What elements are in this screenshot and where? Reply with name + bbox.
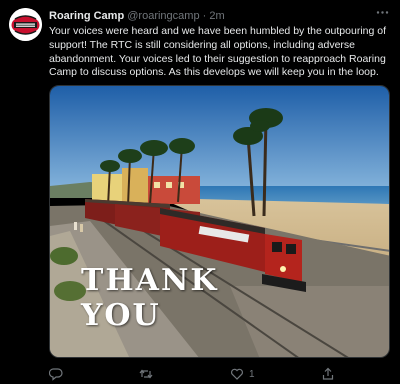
avatar[interactable] — [9, 8, 42, 41]
overlay-line-thank: THANK — [81, 263, 219, 298]
reply-icon — [49, 368, 63, 381]
user-handle[interactable]: @roaringcamp — [127, 10, 199, 22]
reply-button[interactable] — [49, 366, 63, 382]
tweet-text: Your voices were heard and we have been … — [49, 25, 387, 79]
tweet-actions: 1 — [49, 366, 389, 382]
thank-you-overlay: THANK YOU — [81, 263, 218, 333]
more-icon[interactable] — [376, 6, 389, 21]
tweet-header: Roaring Camp @roaringcamp · 2m — [49, 9, 386, 23]
share-icon — [322, 367, 334, 380]
timestamp[interactable]: 2m — [209, 10, 224, 22]
display-name[interactable]: Roaring Camp — [49, 10, 124, 22]
like-button[interactable]: 1 — [230, 366, 255, 382]
overlay-line-you: YOU — [81, 298, 161, 333]
retweet-icon — [139, 369, 153, 379]
retweet-button[interactable] — [139, 366, 153, 382]
tweet-image[interactable]: THANK YOU — [49, 85, 390, 358]
roaring-camp-logo-icon — [9, 8, 42, 41]
separator-dot: · — [202, 10, 207, 22]
heart-icon — [231, 368, 243, 380]
like-count: 1 — [249, 368, 255, 380]
tweet[interactable]: Roaring Camp @roaringcamp · 2m Your voic… — [0, 0, 400, 384]
share-button[interactable] — [321, 366, 335, 382]
